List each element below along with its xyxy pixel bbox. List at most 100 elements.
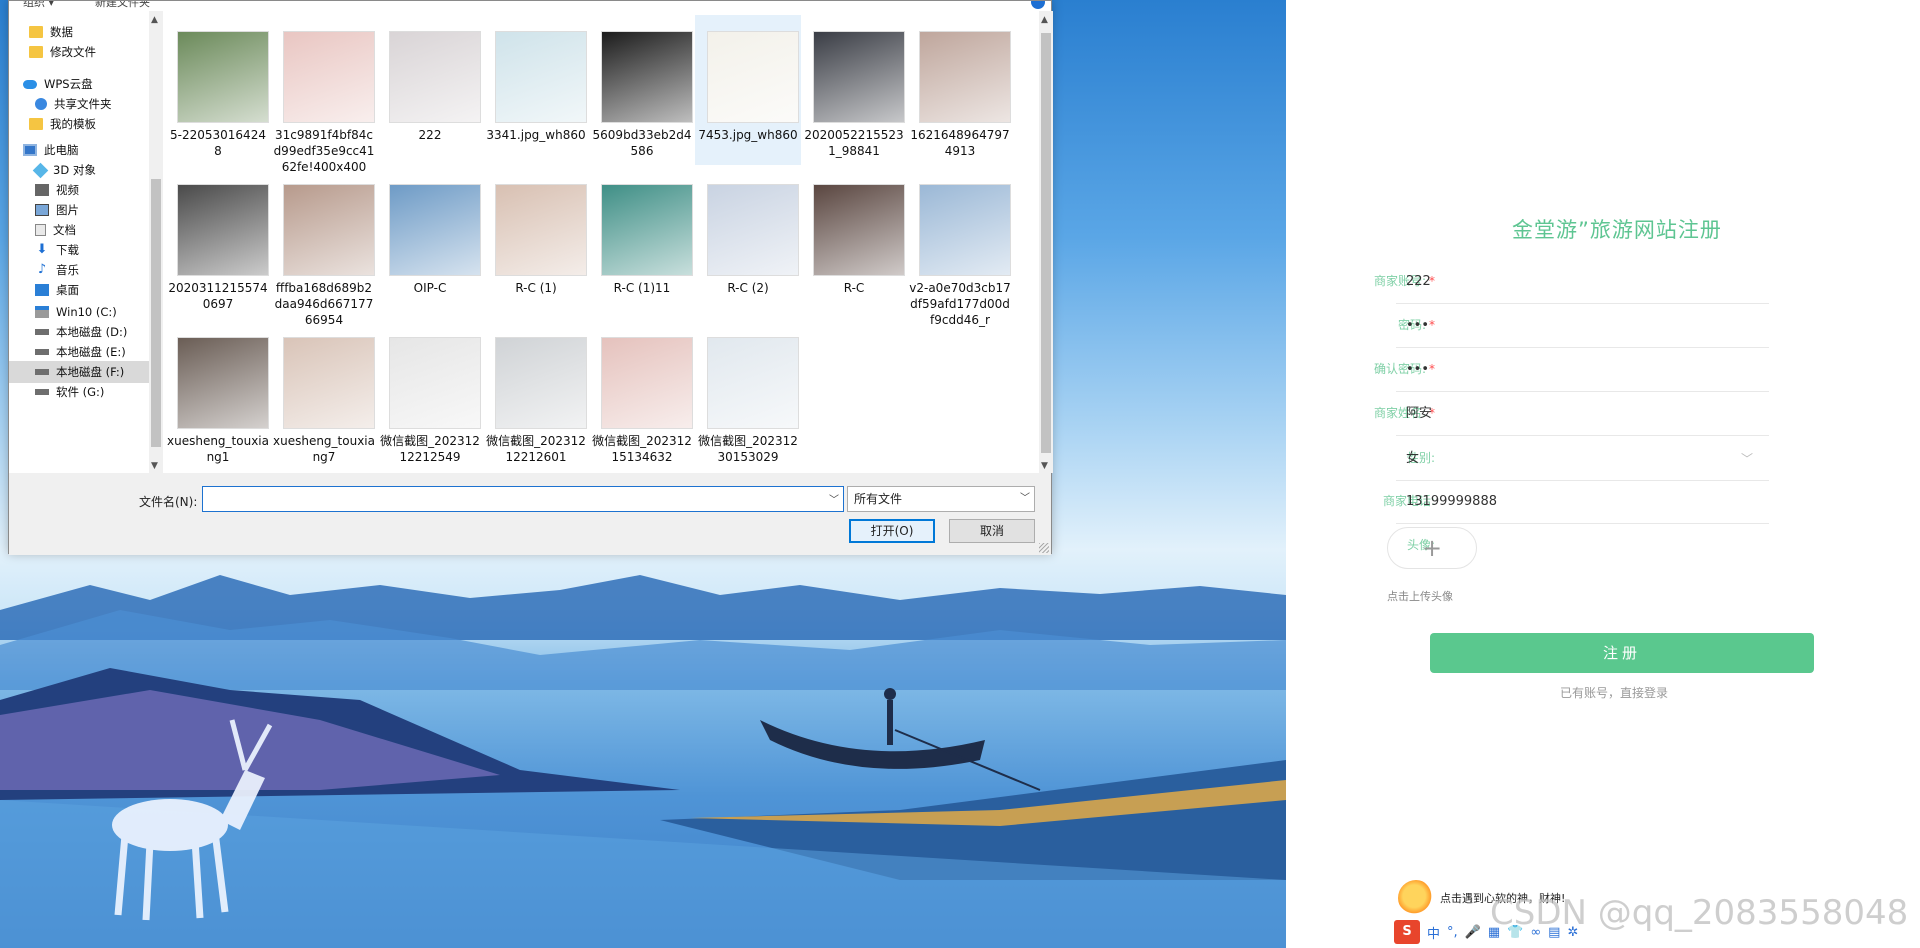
file-item[interactable]: 微信截图_20231230153029	[695, 321, 801, 471]
file-item[interactable]: 7453.jpg_wh860	[695, 15, 801, 165]
file-name: 5609bd33eb2d4586	[592, 128, 692, 158]
file-item[interactable]: 16216489647974913	[907, 15, 1013, 165]
file-item[interactable]: R-C (1)	[483, 168, 589, 318]
file-item[interactable]: 20203112155740697	[165, 168, 271, 318]
nav-item[interactable]: 软件 (G:)	[9, 381, 149, 403]
nav-item[interactable]: 我的模板	[9, 113, 149, 135]
image-thumbnail	[389, 337, 481, 429]
nav-item-label: 文档	[53, 223, 76, 237]
cancel-button[interactable]: 取消	[949, 519, 1035, 543]
dialog-footer: 文件名(N): ﹀ 所有文件 ﹀ 打开(O) 取消	[9, 473, 1051, 555]
nav-item-label: 音乐	[56, 263, 79, 277]
file-item[interactable]: xuesheng_touxiang1	[165, 321, 271, 471]
chevron-down-icon[interactable]: ﹀	[829, 491, 839, 506]
navigation-pane: 数据修改文件 WPS云盘共享文件夹我的模板此电脑 3D 对象视频图片文档 ⬇ 下载 ♪ 音乐…	[9, 11, 163, 473]
account-input[interactable]: 222	[1396, 260, 1769, 304]
file-item[interactable]: fffba168d689b2daa946d66717766954	[271, 168, 377, 327]
new-folder-button[interactable]: 新建文件夹	[95, 1, 150, 10]
picture-icon	[35, 204, 49, 216]
file-item[interactable]: 微信截图_20231212212549	[377, 321, 483, 471]
field-avatar: 头像:	[1286, 524, 1920, 552]
nav-item[interactable]: 修改文件	[9, 41, 149, 63]
gender-select-value: 女	[1406, 451, 1420, 466]
nav-item-label: 修改文件	[50, 45, 96, 59]
avatar-upload-button[interactable]: +	[1387, 527, 1477, 569]
share-icon	[35, 98, 47, 110]
plus-icon: +	[1421, 534, 1443, 562]
file-name: 16216489647974913	[910, 128, 1010, 158]
image-thumbnail	[283, 31, 375, 123]
nav-item[interactable]: 本地磁盘 (D:)	[9, 321, 149, 343]
nav-scroll-thumb[interactable]	[151, 179, 161, 447]
password-input[interactable]: •••	[1396, 304, 1769, 348]
file-item[interactable]: 微信截图_20231212212601	[483, 321, 589, 471]
chevron-down-icon[interactable]: ▼	[1041, 461, 1048, 471]
file-item[interactable]: R-C	[801, 168, 907, 318]
nav-item[interactable]: 本地磁盘 (E:)	[9, 341, 149, 363]
nav-item[interactable]: 视频	[9, 179, 149, 201]
filename-input[interactable]: ﹀	[202, 486, 844, 512]
confirm-password-input[interactable]: •••	[1396, 348, 1769, 392]
image-thumbnail	[707, 337, 799, 429]
file-item[interactable]: v2-a0e70d3cb17df59afd177d00df9cdd46_r	[907, 168, 1013, 327]
nav-item[interactable]: 共享文件夹	[9, 93, 149, 115]
register-panel: 金堂游”旅游网站注册 商家账号: * 222 密码: * ••• 确认密码: * ••…	[1286, 0, 1920, 948]
organize-button[interactable]: 组织 ▾	[23, 1, 54, 10]
file-open-dialog: 组织 ▾ 新建文件夹 数据修改文件 WPS云盘共享文件夹我的模板此电脑 3D 对象视…	[8, 0, 1053, 555]
nav-item[interactable]: ♪ 音乐	[9, 259, 149, 281]
nav-scrollbar[interactable]: ▲ ▼	[149, 11, 163, 473]
image-thumbnail	[389, 31, 481, 123]
computer-icon	[23, 144, 37, 156]
file-item[interactable]: 31c9891f4bf84cd99edf35e9cc4162fe!400x400	[271, 15, 377, 174]
nav-item[interactable]: 桌面	[9, 279, 149, 301]
name-input[interactable]: 阿安	[1396, 392, 1769, 436]
file-item[interactable]: 5609bd33eb2d4586	[589, 15, 695, 165]
phone-input[interactable]: 13199999888	[1396, 480, 1769, 524]
image-thumbnail	[177, 184, 269, 276]
help-icon[interactable]	[1031, 1, 1045, 9]
resize-grip-icon[interactable]	[1039, 543, 1049, 553]
nav-item[interactable]: WPS云盘	[9, 73, 149, 95]
gender-select[interactable]: 女 ﹀	[1396, 437, 1769, 481]
drive-icon	[35, 369, 49, 375]
file-item[interactable]: xuesheng_touxiang7	[271, 321, 377, 471]
sogou-logo-icon[interactable]: S	[1394, 920, 1420, 944]
nav-item[interactable]: 本地磁盘 (F:)	[9, 361, 149, 383]
chevron-up-icon[interactable]: ▲	[1041, 15, 1048, 25]
nav-item-label: 下载	[56, 243, 79, 257]
image-thumbnail	[919, 184, 1011, 276]
file-item[interactable]: OIP-C	[377, 168, 483, 318]
file-item[interactable]: 222	[377, 15, 483, 165]
nav-item[interactable]: 3D 对象	[9, 159, 149, 181]
file-item[interactable]: R-C (2)	[695, 168, 801, 318]
file-item[interactable]: R-C (1)11	[589, 168, 695, 318]
image-thumbnail	[495, 31, 587, 123]
file-item[interactable]: 3341.jpg_wh860	[483, 15, 589, 165]
document-icon	[35, 224, 46, 236]
ime-punctuation-icon[interactable]: °,	[1447, 925, 1458, 940]
nav-item[interactable]: 图片	[9, 199, 149, 221]
ime-chinese-mode[interactable]: 中	[1427, 923, 1440, 942]
chevron-up-icon[interactable]: ▲	[151, 15, 158, 25]
nav-item[interactable]: 此电脑	[9, 139, 149, 161]
login-link[interactable]: 已有账号，直接登录	[1560, 684, 1668, 701]
file-item[interactable]: 20200522155231_98841	[801, 15, 907, 165]
register-button[interactable]: 注册	[1430, 633, 1814, 673]
nav-item[interactable]: Win10 (C:)	[9, 301, 149, 323]
file-item[interactable]: 5-220530164248	[165, 15, 271, 165]
file-name: xuesheng_touxiang1	[167, 434, 269, 464]
dialog-toolbar: 组织 ▾ 新建文件夹	[9, 1, 1051, 11]
chevron-down-icon[interactable]: ▼	[151, 461, 158, 471]
nav-item[interactable]: 文档	[9, 219, 149, 241]
file-item[interactable]: 微信截图_20231215134632	[589, 321, 695, 471]
open-button[interactable]: 打开(O)	[849, 519, 935, 543]
files-scroll-thumb[interactable]	[1041, 33, 1051, 453]
microphone-icon[interactable]: 🎤	[1465, 925, 1481, 940]
nav-item-label: 视频	[56, 183, 79, 197]
filetype-select[interactable]: 所有文件 ﹀	[847, 486, 1035, 512]
nav-item[interactable]: 数据	[9, 21, 149, 43]
image-thumbnail	[601, 31, 693, 123]
nav-item[interactable]: ⬇ 下载	[9, 239, 149, 261]
nav-item-label: 共享文件夹	[54, 97, 112, 111]
files-scrollbar[interactable]: ▲ ▼	[1039, 11, 1053, 473]
